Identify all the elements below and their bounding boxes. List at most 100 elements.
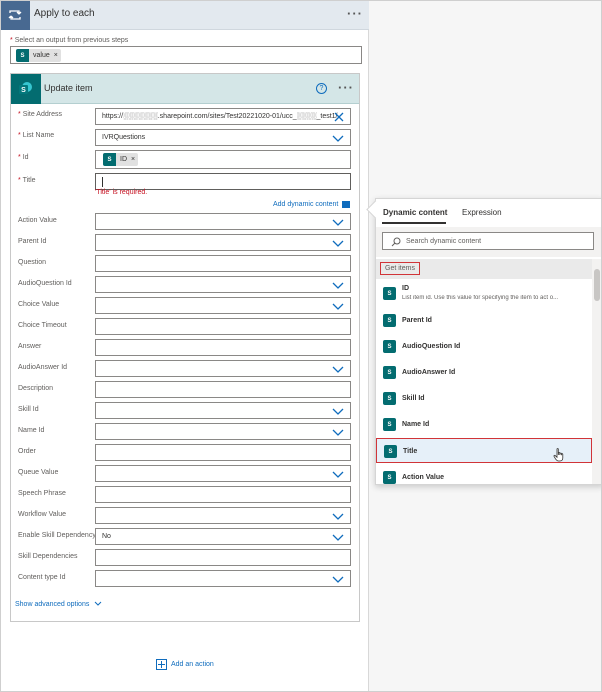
- show-advanced-options-label: Show advanced options: [15, 601, 90, 608]
- optional-field-input[interactable]: [95, 297, 351, 314]
- dynamic-item-name-id[interactable]: S Name Id: [376, 412, 592, 437]
- optional-field-input[interactable]: [95, 360, 351, 377]
- chevron-down-icon[interactable]: [332, 576, 344, 583]
- optional-field-input[interactable]: [95, 444, 351, 461]
- apply-to-each-header[interactable]: Apply to each ···: [0, 0, 369, 30]
- optional-field-input[interactable]: [95, 507, 351, 524]
- optional-field-input[interactable]: [95, 339, 351, 356]
- more-options-icon[interactable]: ···: [338, 80, 354, 95]
- optional-field-label: Skill Id: [18, 406, 39, 413]
- sharepoint-icon: S: [383, 287, 396, 300]
- optional-field-input[interactable]: [95, 381, 351, 398]
- update-item-header[interactable]: S Update item ? ···: [11, 74, 359, 104]
- optional-field-input[interactable]: [95, 549, 351, 566]
- update-item-title: Update item: [44, 83, 93, 93]
- sharepoint-icon: S: [383, 314, 396, 327]
- optional-field-input[interactable]: [95, 213, 351, 230]
- dynamic-item-audioquestion-id[interactable]: S AudioQuestion Id: [376, 334, 592, 359]
- search-dynamic-content-input[interactable]: Search dynamic content: [382, 232, 594, 250]
- chevron-down-icon[interactable]: [332, 471, 344, 478]
- text-cursor: [102, 177, 103, 187]
- scrollbar[interactable]: [592, 259, 602, 484]
- id-field[interactable]: S ID ×: [95, 150, 351, 169]
- optional-field-label: Question: [18, 259, 47, 266]
- optional-field-label: Choice Timeout: [18, 322, 67, 329]
- chevron-down-icon[interactable]: [332, 135, 344, 142]
- select-output-label: * Select an output from previous steps: [10, 37, 129, 44]
- dynamic-item-id[interactable]: S ID List item id. Use this value for spec…: [376, 281, 592, 307]
- optional-field-label: Parent Id: [18, 238, 47, 245]
- tab-dynamic-content[interactable]: Dynamic content: [383, 208, 447, 217]
- chevron-down-icon[interactable]: [332, 534, 344, 541]
- optional-field-label: Enable Skill Dependency: [18, 532, 96, 539]
- chevron-down-icon[interactable]: [332, 303, 344, 310]
- dynamic-item-action-value[interactable]: S Action Value: [376, 465, 592, 490]
- title-field[interactable]: [95, 173, 351, 190]
- dynamic-item-name: Action Value: [402, 474, 445, 481]
- add-action-button[interactable]: Add an action: [156, 659, 214, 670]
- help-icon[interactable]: ?: [316, 83, 327, 94]
- chevron-down-icon[interactable]: [332, 219, 344, 226]
- tab-expression[interactable]: Expression: [462, 208, 502, 217]
- sharepoint-icon: S: [383, 366, 396, 379]
- optional-field-input[interactable]: [95, 465, 351, 482]
- dynamic-item-skill-id[interactable]: S Skill Id: [376, 386, 592, 411]
- optional-field-input[interactable]: [95, 570, 351, 587]
- dynamic-item-name: Skill Id: [402, 395, 425, 402]
- optional-field-input[interactable]: [95, 318, 351, 335]
- sharepoint-icon: S: [383, 471, 396, 484]
- get-items-label: Get items: [380, 262, 420, 275]
- sharepoint-icon: S: [383, 340, 396, 353]
- show-advanced-options-link[interactable]: Show advanced options: [15, 601, 102, 608]
- dynamic-item-name: AudioAnswer Id: [402, 369, 456, 376]
- remove-token-icon[interactable]: ×: [54, 52, 58, 59]
- remove-token-icon[interactable]: ×: [131, 156, 135, 163]
- dynamic-item-audioanswer-id[interactable]: S AudioAnswer Id: [376, 360, 592, 385]
- chevron-down-icon[interactable]: [332, 282, 344, 289]
- sharepoint-icon: S: [384, 445, 397, 458]
- more-options-icon[interactable]: ···: [347, 6, 363, 21]
- dynamic-item-name: ID: [402, 285, 409, 292]
- chevron-down-icon[interactable]: [332, 408, 344, 415]
- list-name-label: * List Name: [18, 132, 55, 139]
- add-dynamic-content-icon: [342, 201, 351, 208]
- chevron-down-icon[interactable]: [332, 366, 344, 373]
- optional-field-label: Name Id: [18, 427, 45, 434]
- add-action-icon: [156, 659, 167, 670]
- add-dynamic-content-link[interactable]: Add dynamic content: [273, 201, 351, 208]
- site-address-value: https://░░░░░░░.sharepoint.com/sites/Tes…: [102, 113, 338, 120]
- select-output-field[interactable]: S value ×: [10, 46, 362, 64]
- clear-icon[interactable]: [334, 112, 344, 122]
- optional-field-input[interactable]: [95, 276, 351, 293]
- optional-field-input[interactable]: [95, 402, 351, 419]
- scrollbar-thumb[interactable]: [594, 269, 600, 301]
- optional-field-input[interactable]: [95, 423, 351, 440]
- optional-field-label: Order: [18, 448, 36, 455]
- id-label: * Id: [18, 154, 29, 161]
- optional-field-input[interactable]: [95, 255, 351, 272]
- hand-pointer-icon: [553, 448, 564, 462]
- id-token: S ID ×: [103, 153, 139, 166]
- site-address-field[interactable]: https://░░░░░░░.sharepoint.com/sites/Tes…: [95, 108, 351, 125]
- dynamic-item-name: Title: [403, 448, 418, 455]
- chevron-down-icon[interactable]: [332, 513, 344, 520]
- chevron-down-icon[interactable]: [332, 240, 344, 247]
- list-name-field[interactable]: IVRQuestions: [95, 129, 351, 146]
- dynamic-item-parent-id[interactable]: S Parent Id: [376, 308, 592, 333]
- optional-field-input[interactable]: [95, 486, 351, 503]
- dynamic-item-name: AudioQuestion Id: [402, 343, 461, 350]
- search-area: Search dynamic content: [376, 227, 602, 257]
- optional-field-label: Action Value: [18, 217, 57, 224]
- title-error: 'Title' is required.: [95, 189, 148, 196]
- optional-field-input[interactable]: [95, 234, 351, 251]
- loop-icon: [0, 0, 30, 30]
- sharepoint-icon: S: [103, 153, 116, 166]
- sharepoint-icon: S: [383, 418, 396, 431]
- optional-field-input[interactable]: No: [95, 528, 351, 545]
- get-items-section: Get items: [376, 259, 592, 279]
- chevron-down-icon[interactable]: [332, 429, 344, 436]
- sharepoint-icon: S: [16, 49, 29, 62]
- optional-field-label: Description: [18, 385, 54, 392]
- title-label: * Title: [18, 177, 36, 184]
- optional-field-label: Content type Id: [18, 574, 66, 581]
